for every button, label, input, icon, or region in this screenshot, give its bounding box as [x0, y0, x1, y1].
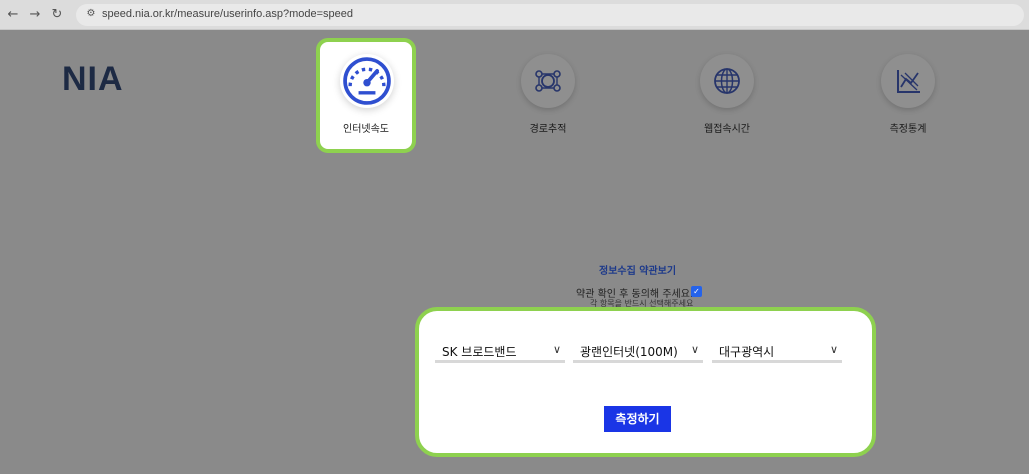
globe-icon [714, 68, 740, 94]
menu-label-web-access-time: 웹접속시간 [704, 124, 750, 135]
region-select-value: 대구광역시 [719, 345, 775, 359]
menu-label-route-trace: 경로추적 [529, 124, 567, 135]
menu-item-internet-speed[interactable]: 인터넷속도 [316, 38, 416, 153]
chart-icon-circle [881, 54, 935, 108]
chevron-down-icon: ∨ [552, 343, 561, 356]
region-select[interactable]: 대구광역시 ∨ [712, 341, 842, 363]
isp-select[interactable]: SK 브로드밴드 ∨ [435, 341, 565, 363]
service-select[interactable]: 광랜인터넷(100M) ∨ [573, 341, 703, 363]
menu-item-route-trace[interactable]: 경로추적 [498, 50, 598, 140]
tune-icon[interactable]: ⚙ [84, 7, 98, 21]
isp-select-value: SK 브로드밴드 [442, 345, 517, 359]
menu-label-statistics: 측정통계 [889, 124, 927, 135]
route-icon [535, 70, 561, 92]
terms-link[interactable]: 정보수집 약관보기 [599, 262, 676, 277]
service-select-value: 광랜인터넷(100M) [580, 345, 678, 359]
nia-logo[interactable]: NIA [62, 60, 124, 99]
arrow-right-icon[interactable]: → [26, 6, 44, 24]
speedometer-icon-circle [340, 54, 394, 108]
reload-icon[interactable]: ↻ [48, 6, 66, 24]
address-bar[interactable]: ⚙ speed.nia.or.kr/measure/userinfo.asp?m… [76, 4, 1024, 26]
menu-item-statistics[interactable]: 측정통계 [858, 50, 958, 140]
speedometer-icon [343, 57, 391, 105]
browser-toolbar: ← → ↻ ⚙ speed.nia.or.kr/measure/userinfo… [0, 0, 1029, 30]
globe-icon-circle [700, 54, 754, 108]
menu-item-web-access-time[interactable]: 웹접속시간 [677, 50, 777, 140]
arrow-left-icon[interactable]: ← [4, 6, 22, 24]
chevron-down-icon: ∨ [690, 343, 699, 356]
start-measurement-button[interactable]: 측정하기 [604, 406, 671, 432]
chevron-down-icon: ∨ [829, 343, 838, 356]
measurement-form: SK 브로드밴드 ∨ 광랜인터넷(100M) ∨ 대구광역시 ∨ 측정하기 [415, 307, 876, 457]
chart-icon [897, 70, 920, 93]
url-text: speed.nia.or.kr/measure/userinfo.asp?mod… [102, 8, 354, 20]
menu-label-internet-speed: 인터넷속도 [343, 124, 389, 135]
route-icon-circle [521, 54, 575, 108]
agree-checkbox[interactable]: ✓ [691, 286, 702, 297]
